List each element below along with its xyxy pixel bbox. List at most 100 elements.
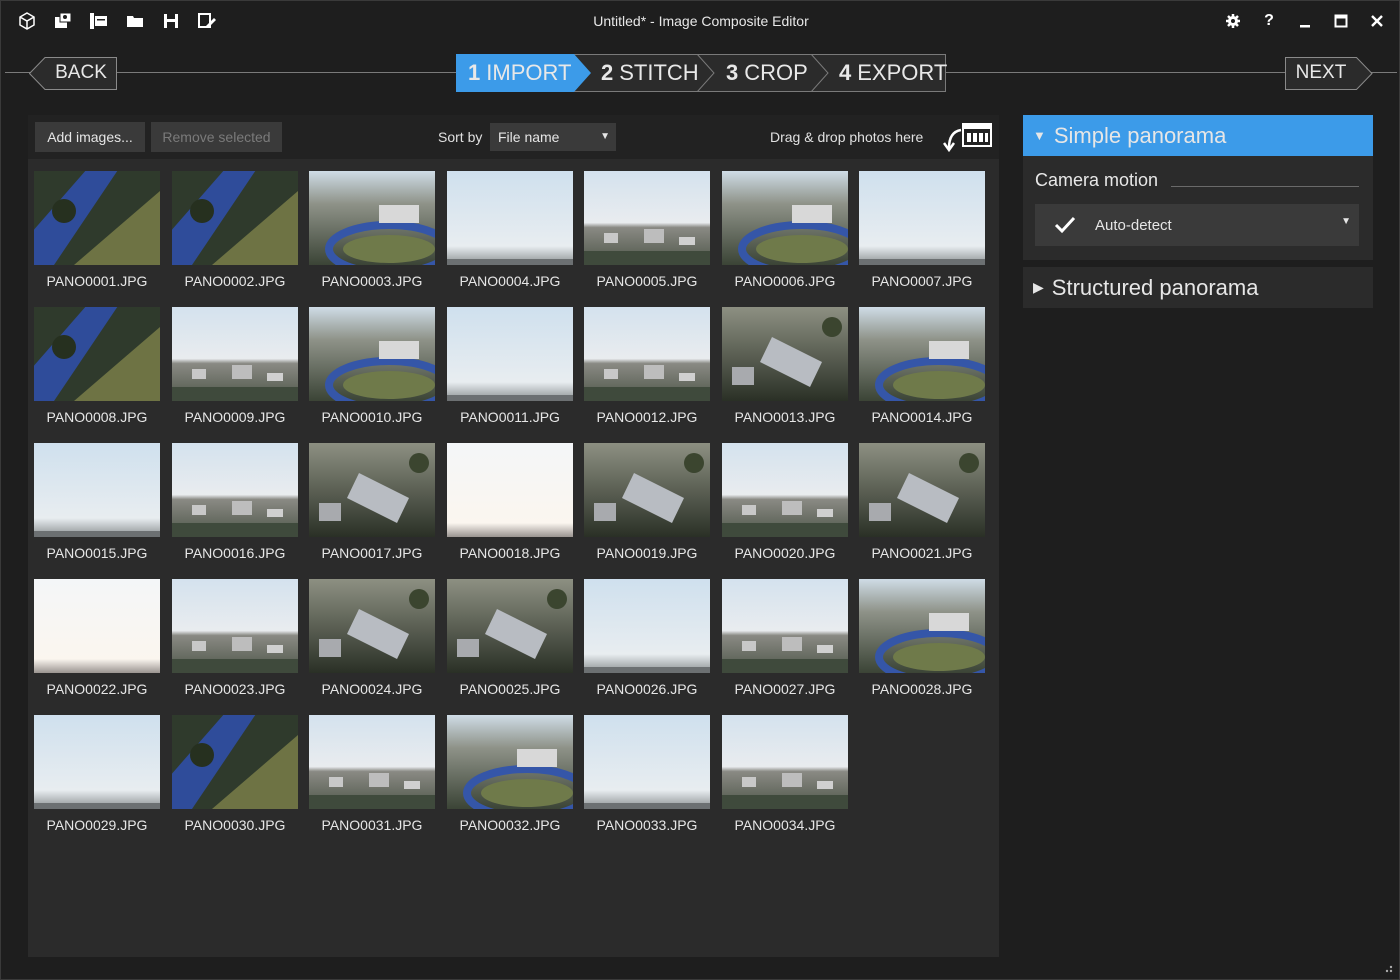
image-tile[interactable]: PANO0002.JPG — [172, 171, 298, 297]
image-filename: PANO0007.JPG — [871, 273, 973, 289]
import-toolbar: Add images... Remove selected Sort by Fi… — [28, 115, 999, 159]
step-import-number: 1 — [468, 60, 481, 85]
image-tile[interactable]: PANO0025.JPG — [447, 579, 573, 705]
wizard-bar: BACK NEXT 1 IMPORT 2 STITCH 3 CROP 4 EXP… — [1, 51, 1400, 95]
sort-by-label: Sort by — [438, 129, 483, 145]
image-filename: PANO0020.JPG — [734, 545, 836, 561]
image-filename: PANO0008.JPG — [46, 409, 148, 425]
image-tile[interactable]: PANO0010.JPG — [309, 307, 435, 433]
image-filename: PANO0033.JPG — [596, 817, 698, 833]
image-thumbnail — [859, 307, 985, 401]
image-tile[interactable]: PANO0021.JPG — [859, 443, 985, 569]
image-filename: PANO0025.JPG — [459, 681, 561, 697]
image-tile[interactable]: PANO0013.JPG — [722, 307, 848, 433]
image-filename: PANO0006.JPG — [734, 273, 836, 289]
drag-drop-hint: Drag & drop photos here — [770, 129, 924, 145]
image-filename: PANO0018.JPG — [459, 545, 561, 561]
image-tile[interactable]: PANO0019.JPG — [584, 443, 710, 569]
image-tile[interactable]: PANO0027.JPG — [722, 579, 848, 705]
image-tile[interactable]: PANO0033.JPG — [584, 715, 710, 841]
image-tile[interactable]: PANO0012.JPG — [584, 307, 710, 433]
image-filename: PANO0022.JPG — [46, 681, 148, 697]
image-tile[interactable]: PANO0023.JPG — [172, 579, 298, 705]
step-import[interactable]: 1 IMPORT — [456, 54, 576, 92]
step-export[interactable]: 4 EXPORT — [827, 54, 947, 92]
image-tile[interactable]: PANO0001.JPG — [34, 171, 160, 297]
image-tile[interactable]: PANO0006.JPG — [722, 171, 848, 297]
image-filename: PANO0016.JPG — [184, 545, 286, 561]
image-tile[interactable]: PANO0005.JPG — [584, 171, 710, 297]
image-filename: PANO0027.JPG — [734, 681, 836, 697]
image-thumbnail — [722, 579, 848, 673]
image-tile[interactable]: PANO0020.JPG — [722, 443, 848, 569]
image-filename: PANO0004.JPG — [459, 273, 561, 289]
image-thumbnail — [722, 443, 848, 537]
help-icon[interactable]: ? — [1257, 9, 1281, 33]
image-tile[interactable]: PANO0026.JPG — [584, 579, 710, 705]
sort-select[interactable]: File name ▼ — [490, 123, 616, 151]
add-images-button[interactable]: Add images... — [35, 122, 145, 152]
image-tile[interactable]: PANO0011.JPG — [447, 307, 573, 433]
step-stitch[interactable]: 2 STITCH — [589, 54, 699, 92]
image-thumbnail — [34, 579, 160, 673]
image-thumbnail — [34, 715, 160, 809]
image-thumbnail — [309, 579, 435, 673]
image-filename: PANO0023.JPG — [184, 681, 286, 697]
image-tile[interactable]: PANO0004.JPG — [447, 171, 573, 297]
image-tile[interactable]: PANO0018.JPG — [447, 443, 573, 569]
image-thumbnail — [309, 443, 435, 537]
step-crop-number: 3 — [726, 60, 739, 85]
image-tile[interactable]: PANO0030.JPG — [172, 715, 298, 841]
chevron-right-icon: ▶ — [1033, 279, 1044, 295]
image-thumbnail — [584, 307, 710, 401]
image-thumbnail — [172, 715, 298, 809]
drag-drop-icon — [943, 123, 992, 152]
remove-selected-button[interactable]: Remove selected — [151, 122, 282, 152]
app-window: Untitled* - Image Composite Editor ? BAC — [0, 0, 1400, 980]
image-thumbnail — [859, 443, 985, 537]
image-thumbnail — [172, 443, 298, 537]
simple-panorama-label: Simple panorama — [1053, 122, 1227, 148]
image-filename: PANO0011.JPG — [460, 409, 560, 425]
check-icon — [1054, 216, 1076, 234]
image-tile[interactable]: PANO0009.JPG — [172, 307, 298, 433]
image-tile[interactable]: PANO0016.JPG — [172, 443, 298, 569]
image-tile[interactable]: PANO0031.JPG — [309, 715, 435, 841]
step-stitch-label: STITCH — [619, 60, 699, 85]
image-tile[interactable]: PANO0015.JPG — [34, 443, 160, 569]
maximize-icon[interactable] — [1329, 9, 1353, 33]
resize-grip-icon[interactable] — [1381, 961, 1393, 973]
camera-motion-value: Auto-detect — [1095, 217, 1172, 234]
wizard-line-right — [1369, 72, 1397, 73]
image-filename: PANO0014.JPG — [871, 409, 973, 425]
simple-panorama-body: Camera motion Auto-detect ▼ — [1023, 156, 1373, 260]
image-tile[interactable]: PANO0032.JPG — [447, 715, 573, 841]
camera-motion-select[interactable]: Auto-detect ▼ — [1035, 204, 1359, 246]
image-tile[interactable]: PANO0029.JPG — [34, 715, 160, 841]
image-thumbnail — [447, 715, 573, 809]
image-tile[interactable]: PANO0014.JPG — [859, 307, 985, 433]
step-crop[interactable]: 3 CROP — [714, 54, 814, 92]
chevron-down-icon: ▼ — [600, 131, 610, 142]
image-tile[interactable]: PANO0007.JPG — [859, 171, 985, 297]
image-tile[interactable]: PANO0008.JPG — [34, 307, 160, 433]
step-stitch-number: 2 — [601, 60, 614, 85]
back-button[interactable]: BACK — [45, 57, 117, 89]
close-icon[interactable] — [1365, 9, 1389, 33]
image-tile[interactable]: PANO0028.JPG — [859, 579, 985, 705]
image-thumbnail — [34, 443, 160, 537]
image-tile[interactable]: PANO0024.JPG — [309, 579, 435, 705]
image-tile[interactable]: PANO0034.JPG — [722, 715, 848, 841]
simple-panorama-header[interactable]: ▼ Simple panorama — [1023, 115, 1373, 156]
image-tile[interactable]: PANO0003.JPG — [309, 171, 435, 297]
image-thumbnail — [584, 579, 710, 673]
image-thumbnail — [447, 579, 573, 673]
image-thumbnail — [859, 171, 985, 265]
minimize-icon[interactable] — [1293, 9, 1317, 33]
chevron-down-icon: ▼ — [1341, 216, 1351, 227]
image-tile[interactable]: PANO0017.JPG — [309, 443, 435, 569]
gear-icon[interactable] — [1221, 9, 1245, 33]
structured-panorama-header[interactable]: ▶ Structured panorama — [1023, 267, 1373, 308]
next-button[interactable]: NEXT — [1285, 57, 1357, 89]
image-tile[interactable]: PANO0022.JPG — [34, 579, 160, 705]
